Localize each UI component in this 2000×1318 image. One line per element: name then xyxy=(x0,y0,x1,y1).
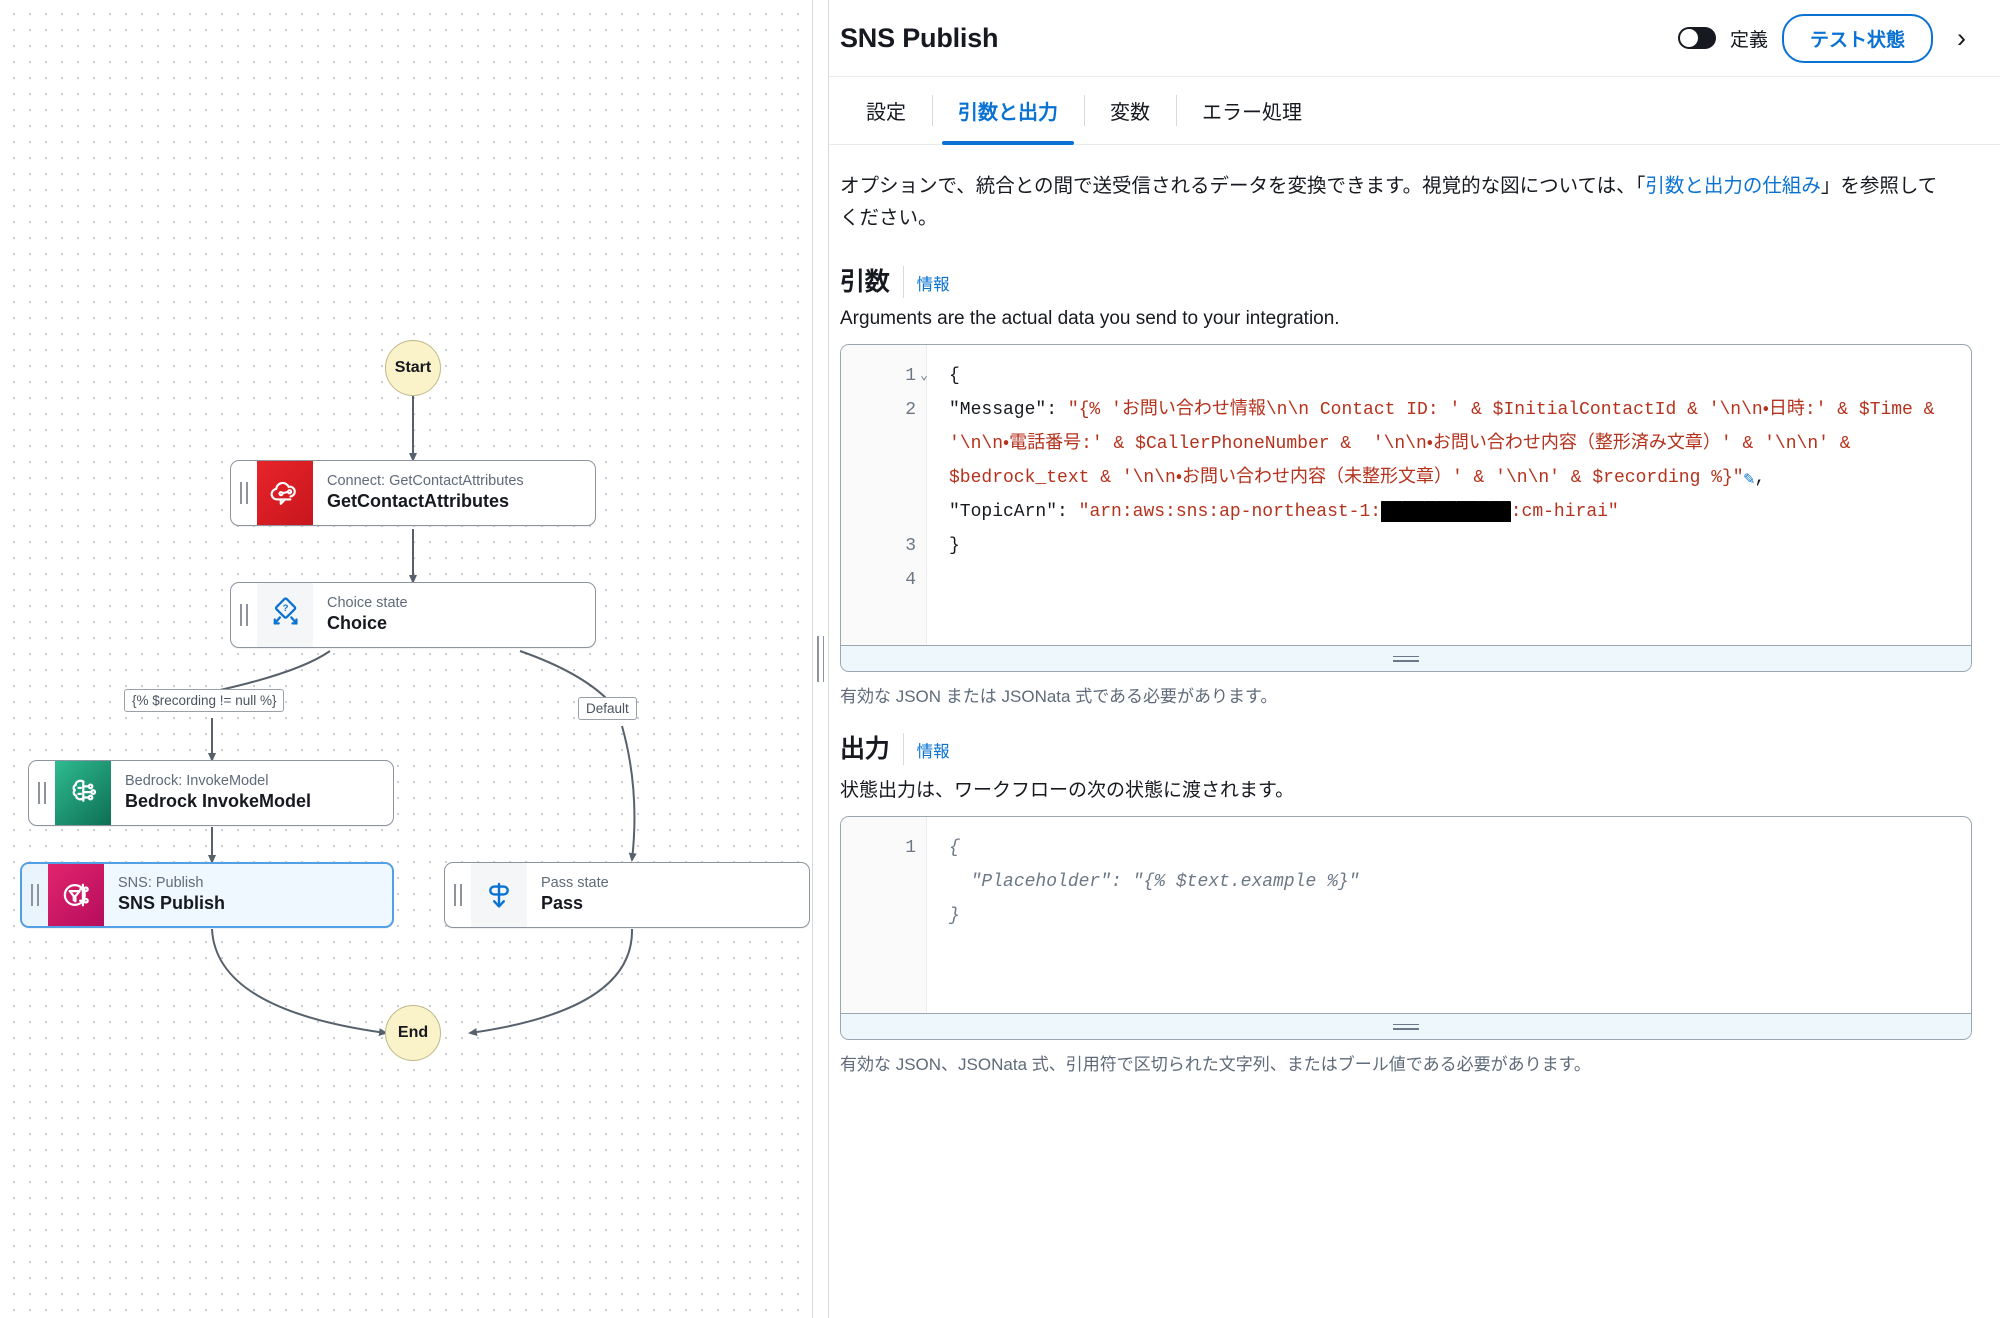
code-key-topicarn: "TopicArn" xyxy=(949,502,1058,523)
test-state-button[interactable]: テスト状態 xyxy=(1781,13,1933,63)
node-name-label: Choice xyxy=(327,613,388,634)
state-details-panel: SNS Publish 定義 テスト状態 › 設定 引数と出力 変数 エラー処理… xyxy=(812,0,2000,1318)
output-helper-text: 状態出力は、ワークフローの次の状態に渡されます。 xyxy=(840,780,1295,802)
code-comma: , xyxy=(1754,468,1766,489)
workflow-end-node[interactable]: End xyxy=(385,1005,441,1061)
output-editor-resize-handle[interactable] xyxy=(841,1013,1971,1040)
workflow-canvas[interactable]: Start Connect: GetContactAttributes GetC… xyxy=(0,0,812,1318)
workflow-node-pass[interactable]: Pass state Pass xyxy=(444,862,810,928)
pass-arrow-icon xyxy=(471,863,527,927)
node-drag-handle[interactable] xyxy=(231,461,257,525)
panel-body: オプションで、統合との間で送受信されるデータを変換できます。視覚的な図については… xyxy=(812,145,2000,1075)
node-drag-handle[interactable] xyxy=(22,864,48,926)
workflow-node-sns-publish[interactable]: SNS: Publish SNS Publish xyxy=(20,862,394,928)
start-node-label: Start xyxy=(394,359,432,376)
definition-toggle[interactable] xyxy=(1677,27,1716,49)
arguments-code-editor[interactable]: 1 ⌄ 2 3 4 { "Message": "{% 'お問い合わせ情報\n\n… xyxy=(840,344,1972,673)
panel-header: SNS Publish 定義 テスト状態 › xyxy=(812,0,2000,77)
code-open-brace: { xyxy=(949,366,960,387)
output-section-header: 出力 情報 xyxy=(840,729,1972,766)
svg-text:?: ? xyxy=(283,603,289,614)
intro-text: オプションで、統合との間で送受信されるデータを変換できます。視覚的な図については… xyxy=(840,171,1950,234)
line-number: 1 ⌄ xyxy=(841,359,928,393)
end-node-label: End xyxy=(397,1024,429,1041)
tab-error-handling[interactable]: エラー処理 xyxy=(1176,77,1328,144)
output-constraint-text: 有効な JSON、JSONata 式、引用符で区切られた文字列、またはブール値で… xyxy=(840,1055,1591,1075)
node-name-label: SNS Publish xyxy=(118,893,226,914)
node-type-label: Connect: GetContactAttributes xyxy=(327,473,524,490)
intro-text-before: オプションで、統合との間で送受信されるデータを変換できます。視覚的な図については… xyxy=(840,175,1646,197)
node-drag-handle[interactable] xyxy=(231,583,257,647)
arguments-line-numbers: 1 ⌄ 2 3 4 xyxy=(841,345,928,646)
edge-label-choice-default: Default xyxy=(578,697,637,720)
code-key-message: "Message" xyxy=(949,400,1047,421)
node-type-label: Pass state xyxy=(541,875,609,892)
arguments-editor-resize-handle[interactable] xyxy=(841,645,1971,672)
output-heading: 出力 xyxy=(840,735,890,764)
line-number: 4 xyxy=(841,563,926,597)
pencil-icon[interactable]: ✎ xyxy=(1744,463,1755,497)
line-number-text: 1 xyxy=(905,366,916,387)
arguments-output-docs-link[interactable]: 引数と出力の仕組み xyxy=(1645,175,1821,197)
node-type-label: Choice state xyxy=(327,595,408,612)
arguments-info-link[interactable]: 情報 xyxy=(917,271,950,295)
definition-toggle-label: 定義 xyxy=(1729,29,1768,51)
edge-label-text: Default xyxy=(586,701,629,716)
workflow-start-node[interactable]: Start xyxy=(385,340,441,396)
code-value-topicarn-prefix: "arn:aws:sns:ap-northeast-1: xyxy=(1078,502,1382,523)
arguments-section-header: 引数 情報 xyxy=(840,262,1972,299)
workflow-edges xyxy=(208,378,637,1037)
arguments-heading: 引数 xyxy=(840,268,890,297)
edge-label-text: {% $recording != null %} xyxy=(132,693,277,708)
workflow-node-getcontactattributes[interactable]: Connect: GetContactAttributes GetContact… xyxy=(230,460,596,526)
code-value-topicarn-suffix: :cm-hirai" xyxy=(1510,502,1619,523)
heading-divider xyxy=(902,733,904,766)
amazon-connect-icon xyxy=(257,461,313,525)
code-colon: : xyxy=(1057,502,1079,523)
chevron-right-icon[interactable]: › xyxy=(1947,21,1976,56)
arguments-helper-text: Arguments are the actual data you send t… xyxy=(840,308,1340,330)
node-type-label: Bedrock: InvokeModel xyxy=(125,773,269,790)
code-fold-icon[interactable]: ⌄ xyxy=(920,359,928,393)
node-name-label: GetContactAttributes xyxy=(327,491,510,512)
line-number-text: 4 xyxy=(905,570,916,591)
redacted-account-id: ████████████ xyxy=(1381,502,1511,523)
page-title: SNS Publish xyxy=(840,22,999,53)
details-tabs[interactable]: 設定 引数と出力 変数 エラー処理 xyxy=(812,77,2000,145)
node-type-label: SNS: Publish xyxy=(118,875,204,892)
toggle-knob xyxy=(1679,29,1698,47)
node-name-label: Bedrock InvokeModel xyxy=(125,791,312,812)
workflow-graph[interactable]: Start Connect: GetContactAttributes GetC… xyxy=(0,0,812,1318)
bedrock-brain-icon xyxy=(55,761,111,825)
node-drag-handle[interactable] xyxy=(445,863,471,927)
line-number-text: 3 xyxy=(905,536,916,557)
amazon-sns-icon xyxy=(48,864,104,926)
output-code-editor[interactable]: 1 { "Placeholder": "{% $text.example %}"… xyxy=(840,816,1972,1041)
workflow-node-bedrock-invokemodel[interactable]: Bedrock: InvokeModel Bedrock InvokeModel xyxy=(28,760,394,826)
panel-resize-handle[interactable] xyxy=(812,0,829,1318)
arguments-constraint-text: 有効な JSON または JSONata 式である必要があります。 xyxy=(840,687,1278,707)
code-close-brace: } xyxy=(949,536,960,557)
edge-label-choice-rule: {% $recording != null %} xyxy=(124,689,285,712)
output-code-placeholder[interactable]: { "Placeholder": "{% $text.example %}" } xyxy=(927,817,1971,1013)
line-number: 1 xyxy=(841,831,926,865)
line-number: 3 xyxy=(841,529,926,563)
choice-diamond-icon: ? xyxy=(257,583,313,647)
output-info-link[interactable]: 情報 xyxy=(917,738,950,762)
heading-divider xyxy=(902,266,904,299)
arguments-code-content[interactable]: { "Message": "{% 'お問い合わせ情報\n\n Contact I… xyxy=(927,345,1971,645)
workflow-node-choice[interactable]: ? Choice state Choice xyxy=(230,582,596,648)
tab-arguments-and-output[interactable]: 引数と出力 xyxy=(932,77,1084,145)
line-number-text: 2 xyxy=(905,400,916,421)
code-value-message: "{% 'お問い合わせ情報\n\n Contact ID: ' & $Initi… xyxy=(949,400,1946,489)
header-actions: 定義 テスト状態 › xyxy=(1677,13,1976,63)
output-line-numbers: 1 xyxy=(841,817,927,1014)
tab-settings[interactable]: 設定 xyxy=(840,77,932,144)
tab-variables[interactable]: 変数 xyxy=(1084,77,1176,144)
node-drag-handle[interactable] xyxy=(29,761,55,825)
line-number: 2 xyxy=(841,393,926,427)
node-name-label: Pass xyxy=(541,893,584,914)
code-colon: : xyxy=(1046,400,1068,421)
line-number-text: 1 xyxy=(905,838,916,859)
